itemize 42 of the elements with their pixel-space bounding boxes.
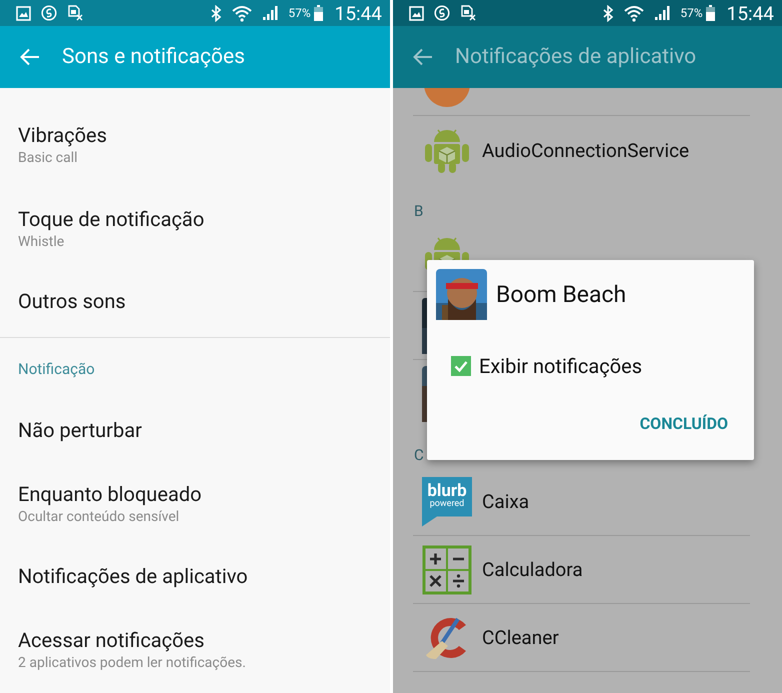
wifi-icon bbox=[232, 4, 252, 22]
app-icon bbox=[424, 88, 470, 107]
checkbox-label: Exibir notificações bbox=[479, 354, 642, 378]
app-name: Caixa bbox=[482, 490, 530, 513]
checkbox[interactable] bbox=[451, 356, 471, 376]
settings-item[interactable]: Outros sons bbox=[0, 270, 390, 332]
battery-icon bbox=[706, 5, 715, 21]
image-icon bbox=[409, 6, 424, 20]
settings-item[interactable]: Toque de notificação Whistle bbox=[0, 186, 390, 270]
battery-percentage: 57% bbox=[288, 6, 311, 20]
settings-item[interactable]: Vibrações Basic call bbox=[0, 102, 390, 186]
back-icon[interactable] bbox=[413, 48, 433, 66]
app-name: Calculadora bbox=[482, 558, 583, 581]
section-header: Notificação bbox=[18, 360, 95, 378]
swirl-icon bbox=[434, 5, 450, 21]
done-button[interactable]: CONCLUÍDO bbox=[640, 410, 728, 437]
wifi-icon bbox=[624, 4, 644, 22]
clock: 15:44 bbox=[726, 2, 774, 24]
signal-icon bbox=[654, 5, 670, 21]
signal-icon bbox=[262, 5, 278, 21]
sim-card-icon bbox=[67, 5, 83, 21]
settings-item[interactable]: Não perturbar bbox=[0, 399, 390, 461]
screen-title: Notificações de aplicativo bbox=[455, 45, 696, 69]
settings-item[interactable]: Notificações de aplicativo bbox=[0, 545, 390, 607]
app-name: CCleaner bbox=[482, 626, 559, 649]
bluetooth-icon bbox=[602, 4, 614, 22]
image-icon bbox=[16, 6, 31, 20]
section-header: C bbox=[414, 446, 424, 464]
swirl-icon bbox=[41, 5, 57, 21]
calculator-icon bbox=[422, 544, 472, 594]
dialog-title: Boom Beach bbox=[496, 281, 626, 308]
section-header: B bbox=[414, 202, 424, 220]
battery-percentage: 57% bbox=[680, 6, 703, 20]
sim-card-icon bbox=[460, 5, 476, 21]
settings-item[interactable]: Acessar notificações 2 aplicativos podem ler notificações. bbox=[0, 607, 390, 691]
app-name: AudioConnectionService bbox=[482, 138, 690, 162]
battery-icon bbox=[314, 5, 323, 21]
screen-title: Sons e notificações bbox=[62, 45, 245, 69]
bluetooth-icon bbox=[210, 4, 222, 22]
clock: 15:44 bbox=[334, 2, 382, 24]
settings-item[interactable]: Enquanto bloqueado Ocultar conteúdo sensível bbox=[0, 461, 390, 545]
app-logo: blurb powered bbox=[422, 476, 472, 526]
